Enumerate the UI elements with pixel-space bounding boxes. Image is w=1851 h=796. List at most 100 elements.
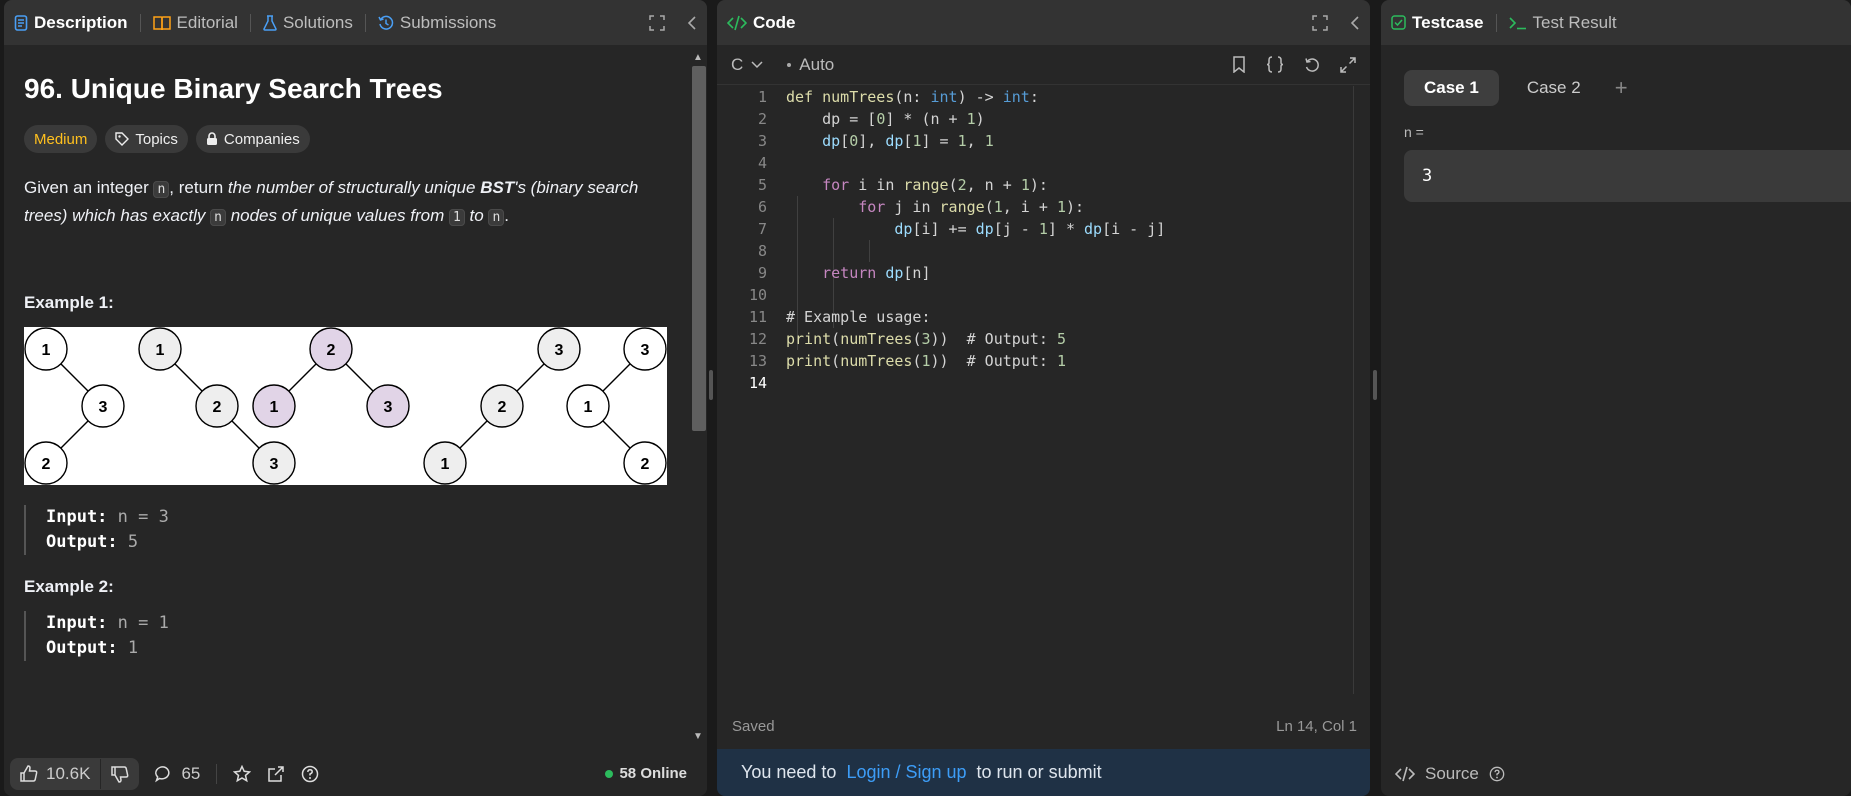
panel-resize-handle[interactable] bbox=[709, 370, 713, 400]
reset-icon[interactable] bbox=[1304, 56, 1320, 73]
statement-bold: BST bbox=[480, 178, 515, 197]
example-2-input-line: Input: n = 1 bbox=[46, 611, 670, 636]
output-value: 1 bbox=[117, 638, 139, 658]
description-panel: Description Editorial Solutions Submissi… bbox=[4, 0, 707, 796]
tab-testcase-label: Testcase bbox=[1412, 12, 1484, 32]
collapse-chevron-icon[interactable] bbox=[1350, 15, 1360, 31]
param-label: n = bbox=[1404, 124, 1424, 140]
bookmark-icon[interactable] bbox=[1232, 56, 1246, 73]
help-icon[interactable] bbox=[1489, 766, 1505, 782]
difficulty-badge[interactable]: Medium bbox=[24, 125, 98, 153]
comments-button[interactable]: 65 bbox=[155, 764, 200, 784]
scroll-up-arrow-icon[interactable]: ▲ bbox=[693, 52, 703, 63]
editor-status-bar: Saved Ln 14, Col 1 bbox=[732, 718, 1357, 735]
inline-code: n bbox=[488, 209, 505, 226]
tab-submissions-label: Submissions bbox=[399, 12, 497, 32]
tree-node-label: 3 bbox=[384, 399, 393, 416]
tab-code-label: Code bbox=[753, 12, 796, 32]
language-select[interactable]: C bbox=[731, 55, 763, 75]
tab-solutions-label: Solutions bbox=[282, 12, 353, 32]
tree-node-label: 1 bbox=[441, 456, 450, 473]
topics-badge[interactable]: Topics bbox=[105, 125, 188, 153]
help-button[interactable] bbox=[301, 765, 319, 783]
indent-guide bbox=[869, 240, 870, 262]
statement-text: , return bbox=[169, 178, 228, 197]
tree-node-label: 3 bbox=[99, 399, 108, 416]
auto-mode-toggle[interactable]: Auto bbox=[787, 55, 834, 75]
chevron-down-icon bbox=[751, 60, 763, 69]
editor-scrollbar[interactable] bbox=[1353, 86, 1354, 694]
output-value: 5 bbox=[117, 532, 139, 552]
vote-pill: 10.6K bbox=[10, 757, 140, 790]
save-status: Saved bbox=[732, 718, 775, 735]
scroll-down-arrow-icon[interactable]: ▼ bbox=[693, 731, 703, 742]
expand-icon[interactable] bbox=[1340, 56, 1356, 73]
param-input[interactable]: 3 bbox=[1404, 150, 1851, 202]
maximize-icon[interactable] bbox=[649, 14, 665, 31]
tab-divider bbox=[364, 13, 366, 32]
tab-editorial[interactable]: Editorial bbox=[152, 12, 238, 33]
auto-label: Auto bbox=[799, 54, 835, 74]
dislike-button[interactable] bbox=[101, 758, 139, 790]
statement-italic: the number of structurally unique bbox=[227, 178, 481, 197]
companies-badge[interactable]: Companies bbox=[195, 125, 310, 153]
case-tabs: Case 1 Case 2 + bbox=[1404, 70, 1828, 106]
bst-trees-diagram: 1 3 2 1 2 3 2 1 3 3 2 1 3 1 2 bbox=[24, 327, 667, 485]
example-1-input-line: Input: n = 3 bbox=[46, 505, 670, 530]
login-signup-link[interactable]: Login / Sign up bbox=[846, 762, 966, 783]
tab-test-result[interactable]: Test Result bbox=[1508, 13, 1617, 33]
case-2-tab[interactable]: Case 2 bbox=[1507, 70, 1601, 106]
tab-editorial-label: Editorial bbox=[176, 12, 238, 32]
collapse-chevron-icon[interactable] bbox=[687, 15, 697, 31]
code-editor[interactable]: 1 def numTrees(n: int) -> int: 2 dp = [0]… bbox=[717, 86, 1357, 694]
format-braces-icon[interactable] bbox=[1266, 56, 1284, 73]
inline-code: n bbox=[210, 209, 226, 226]
tab-code[interactable]: Code bbox=[727, 13, 796, 33]
tab-description[interactable]: Description bbox=[14, 13, 128, 33]
tree-node-label: 1 bbox=[270, 399, 279, 416]
history-icon bbox=[378, 15, 394, 31]
case-1-tab[interactable]: Case 1 bbox=[1404, 70, 1499, 106]
share-button[interactable] bbox=[267, 765, 285, 783]
code-icon bbox=[1395, 766, 1415, 782]
statement-text: . bbox=[504, 206, 510, 225]
editor-toolbar: C Auto bbox=[717, 45, 1370, 85]
output-label: Output: bbox=[46, 638, 118, 658]
example-2-io: Input: n = 1 Output: 1 bbox=[24, 611, 670, 661]
online-count: 58 Online bbox=[619, 765, 687, 782]
scrollbar-thumb[interactable] bbox=[692, 66, 706, 431]
login-prefix: You need to bbox=[741, 762, 837, 782]
example-1-trees-image: 1 3 2 1 2 3 2 1 3 3 2 1 3 1 2 bbox=[24, 327, 667, 485]
code-panel: Code C Auto 1 def numTrees(n: int) -> in… bbox=[717, 0, 1370, 796]
favorite-button[interactable] bbox=[233, 764, 252, 783]
testcase-tabbar: Testcase Test Result bbox=[1381, 0, 1851, 45]
description-tabbar: Description Editorial Solutions Submissi… bbox=[4, 0, 707, 45]
tab-solutions[interactable]: Solutions bbox=[263, 13, 353, 33]
thumbs-up-icon bbox=[20, 764, 38, 783]
book-icon bbox=[152, 15, 171, 31]
statement-text: Given an integer bbox=[24, 178, 154, 197]
input-label: Input: bbox=[46, 507, 108, 527]
maximize-icon[interactable] bbox=[1312, 14, 1328, 31]
tree-node-label: 1 bbox=[156, 342, 165, 359]
panel-resize-handle[interactable] bbox=[1373, 370, 1377, 400]
like-button[interactable]: 10.6K bbox=[10, 758, 100, 790]
add-case-icon[interactable]: + bbox=[1615, 75, 1628, 101]
help-icon bbox=[301, 765, 319, 783]
testcase-content: Case 1 Case 2 + n = 3 bbox=[1381, 45, 1851, 222]
input-value: n = 3 bbox=[107, 507, 169, 527]
lock-icon bbox=[206, 132, 218, 146]
tab-testcase[interactable]: Testcase bbox=[1391, 13, 1484, 33]
tab-submissions[interactable]: Submissions bbox=[378, 13, 496, 33]
tree-node-label: 2 bbox=[213, 399, 222, 416]
description-footer: 10.6K 65 58 Online bbox=[4, 751, 707, 796]
tree-node-label: 3 bbox=[555, 342, 564, 359]
thumbs-down-icon bbox=[111, 765, 129, 783]
example-1-io: Input: n = 3 Output: 5 bbox=[24, 505, 670, 555]
checkbox-icon bbox=[1391, 15, 1406, 30]
tab-description-label: Description bbox=[34, 12, 128, 32]
input-value: n = 1 bbox=[107, 613, 169, 633]
comment-icon bbox=[155, 765, 173, 783]
description-scrollbar[interactable]: ▲ ▼ bbox=[690, 52, 706, 742]
source-button[interactable]: Source bbox=[1425, 764, 1479, 784]
